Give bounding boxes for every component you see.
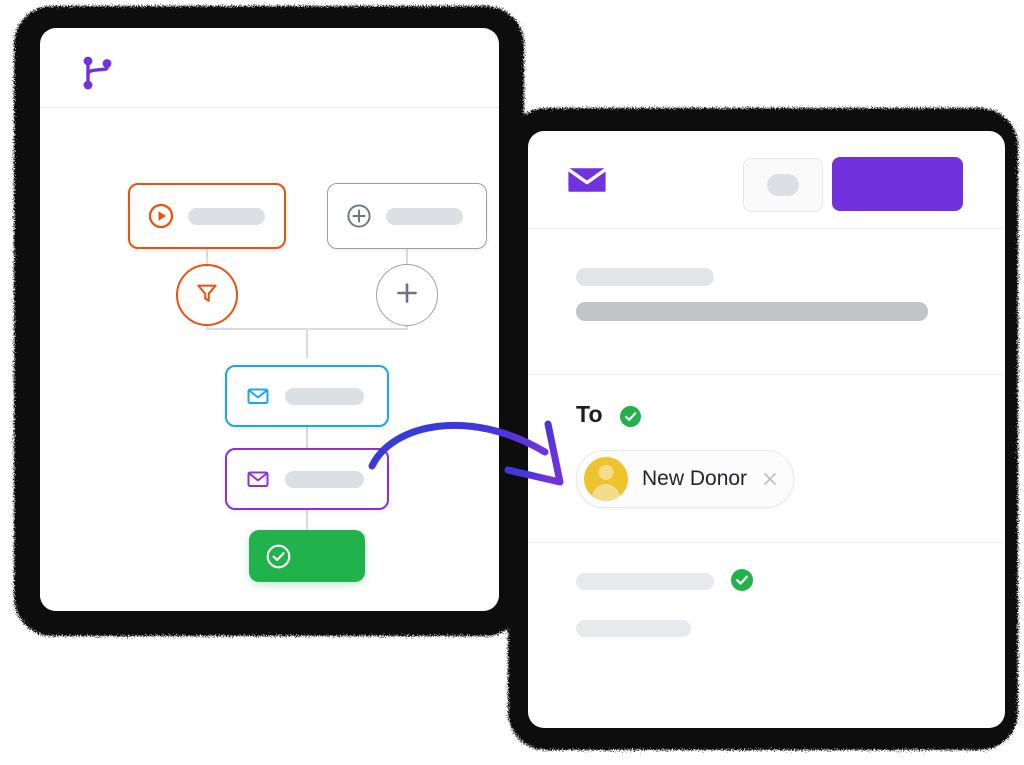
- filter-icon: [194, 280, 220, 311]
- secondary-button-label: [767, 174, 799, 196]
- close-icon[interactable]: [761, 470, 779, 488]
- workflow-node-email-blue[interactable]: [225, 365, 389, 427]
- workflow-node-add[interactable]: [376, 264, 438, 326]
- plus-circle-icon: [346, 203, 372, 229]
- workflow-node-filter[interactable]: [176, 264, 238, 326]
- workflow-node-email-purple[interactable]: [225, 448, 389, 510]
- play-circle-icon: [148, 203, 174, 229]
- workflow-node-action[interactable]: [327, 183, 487, 249]
- email-header: [528, 131, 1005, 229]
- node-label-placeholder: [285, 387, 364, 405]
- workflow-header: [40, 28, 499, 108]
- email-subject-section: [528, 229, 1005, 375]
- body-placeholder-line-one: [576, 573, 714, 590]
- envelope-icon: [245, 466, 271, 492]
- preview-placeholder-line: [576, 302, 928, 321]
- node-label-placeholder: [386, 207, 463, 225]
- email-composer-panel: To New Donor: [528, 131, 1005, 728]
- plus-icon: [394, 280, 420, 311]
- secondary-button[interactable]: [743, 158, 823, 212]
- check-circle-icon: [265, 543, 291, 569]
- primary-button[interactable]: [832, 157, 963, 211]
- workflow-node-trigger[interactable]: [128, 183, 286, 249]
- workflow-node-end[interactable]: [249, 530, 365, 582]
- body-placeholder-line-two: [576, 620, 691, 637]
- avatar-body: [592, 484, 620, 501]
- check-badge-icon: [731, 569, 753, 596]
- envelope-icon: [245, 383, 271, 409]
- recipient-name: New Donor: [642, 467, 748, 490]
- git-branch-icon: [81, 54, 115, 97]
- connector-merge-to-email: [306, 328, 308, 358]
- check-badge-icon: [620, 406, 641, 432]
- recipient-chip[interactable]: New Donor: [576, 450, 795, 508]
- node-label-placeholder: [188, 207, 265, 225]
- person-avatar: [584, 457, 628, 501]
- email-body-section: [528, 543, 1005, 728]
- avatar-head: [598, 465, 614, 480]
- node-label-placeholder: [285, 470, 364, 488]
- envelope-filled-icon: [567, 165, 607, 200]
- mockup-stage: To New Donor: [0, 0, 1024, 765]
- email-to-section: To New Donor: [528, 375, 1005, 543]
- to-field-label: To: [576, 401, 603, 427]
- subject-placeholder-line: [576, 268, 714, 286]
- workflow-panel: [40, 28, 499, 611]
